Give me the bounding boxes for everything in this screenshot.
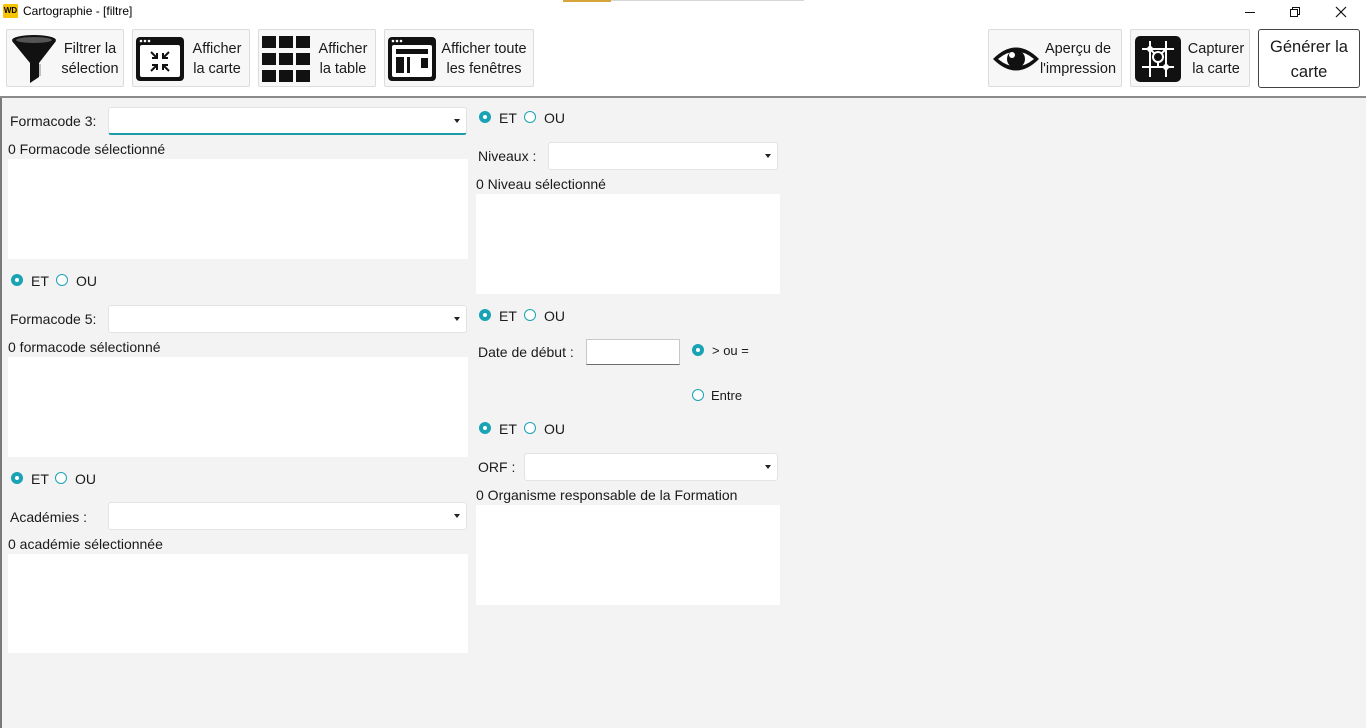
minimize-button[interactable] xyxy=(1227,0,1273,23)
toolbar-separator xyxy=(0,96,1366,98)
orf-et-radio[interactable] xyxy=(479,422,491,434)
filter-selection-line2: sélection xyxy=(61,61,119,77)
niveaux-ou-label: OU xyxy=(544,110,565,126)
formacode5-ou-label: OU xyxy=(75,471,96,487)
print-preview-button[interactable]: Aperçu de l'impression xyxy=(988,29,1122,87)
show-map-line2: la carte xyxy=(193,61,241,77)
formacode3-select[interactable] xyxy=(108,107,467,135)
date-et-radio[interactable] xyxy=(479,309,491,321)
show-map-button[interactable]: Afficher la carte xyxy=(132,29,250,87)
date-between-radio[interactable] xyxy=(692,389,704,401)
collapse-window-icon xyxy=(136,37,184,81)
formacode3-list[interactable] xyxy=(8,159,468,259)
formacode5-label: Formacode 5: xyxy=(10,311,97,327)
orf-count: 0 Organisme responsable de la Formation xyxy=(476,487,738,503)
generate-map-button[interactable]: Générer la carte xyxy=(1258,29,1360,88)
filter-selection-button[interactable]: Filtrer la sélection xyxy=(6,29,124,87)
orf-select[interactable] xyxy=(524,453,778,481)
academies-select[interactable] xyxy=(108,502,467,530)
capture-map-line2: la carte xyxy=(1192,61,1240,77)
chevron-down-icon xyxy=(454,317,460,321)
chevron-down-icon xyxy=(765,465,771,469)
date-gte-radio[interactable] xyxy=(692,344,704,356)
map-capture-icon xyxy=(1135,36,1181,82)
print-preview-line1: Aperçu de xyxy=(1044,41,1112,57)
date-gte-label: > ou = xyxy=(712,343,749,358)
niveaux-et-radio[interactable] xyxy=(479,111,491,123)
chevron-down-icon xyxy=(454,514,460,518)
niveaux-list[interactable] xyxy=(476,194,780,294)
minimize-icon xyxy=(1245,11,1255,13)
grid-icon xyxy=(262,36,310,82)
academies-list[interactable] xyxy=(8,554,468,653)
formacode3-ou-radio[interactable] xyxy=(56,274,68,286)
orf-ou-radio[interactable] xyxy=(524,422,536,434)
formacode3-label: Formacode 3: xyxy=(10,113,97,129)
date-ou-radio[interactable] xyxy=(524,309,536,321)
date-et-label: ET xyxy=(499,308,517,324)
filter-selection-line1: Filtrer la xyxy=(63,41,117,57)
funnel-icon xyxy=(12,35,56,83)
restore-button[interactable] xyxy=(1272,0,1318,23)
formacode3-et-label: ET xyxy=(31,273,49,289)
niveaux-ou-radio[interactable] xyxy=(524,111,536,123)
title-accent-line xyxy=(611,0,804,1)
formacode3-count: 0 Formacode sélectionné xyxy=(8,141,166,157)
formacode3-ou-label: OU xyxy=(76,273,97,289)
show-all-windows-line2: les fenêtres xyxy=(446,61,522,77)
orf-label: ORF : xyxy=(478,459,516,475)
app-logo-icon: WD xyxy=(3,4,18,18)
eye-icon xyxy=(993,47,1039,71)
niveaux-select[interactable] xyxy=(548,142,778,170)
academies-label: Académies : xyxy=(10,509,88,525)
show-all-windows-line1: Afficher toute xyxy=(441,41,527,57)
generate-map-line2: carte xyxy=(1290,63,1328,81)
show-all-windows-button[interactable]: Afficher toute les fenêtres xyxy=(384,29,534,87)
show-table-line1: Afficher xyxy=(318,41,368,57)
academies-count: 0 académie sélectionnée xyxy=(8,536,163,552)
generate-map-line1: Générer la xyxy=(1270,38,1348,56)
print-preview-line2: l'impression xyxy=(1039,61,1117,77)
title-accent xyxy=(563,0,611,2)
show-table-line2: la table xyxy=(319,61,367,77)
formacode5-list[interactable] xyxy=(8,357,468,457)
formacode3-et-radio[interactable] xyxy=(11,274,23,286)
close-button[interactable] xyxy=(1318,0,1364,23)
niveaux-label: Niveaux : xyxy=(478,148,537,164)
window-frame-left xyxy=(0,98,2,728)
window-title: Cartographie - [filtre] xyxy=(23,4,133,18)
niveaux-count: 0 Niveau sélectionné xyxy=(476,176,606,192)
orf-ou-label: OU xyxy=(544,421,565,437)
restore-icon xyxy=(1290,6,1300,17)
orf-list[interactable] xyxy=(476,505,780,605)
formacode5-ou-radio[interactable] xyxy=(55,472,67,484)
capture-map-line1: Capturer xyxy=(1187,41,1245,57)
date-between-label: Entre xyxy=(711,388,743,403)
date-input[interactable] xyxy=(586,339,680,365)
formacode5-select[interactable] xyxy=(108,305,467,333)
chevron-down-icon xyxy=(454,118,460,123)
show-table-button[interactable]: Afficher la table xyxy=(258,29,376,87)
orf-et-label: ET xyxy=(499,421,517,437)
niveaux-et-label: ET xyxy=(499,110,517,126)
capture-map-button[interactable]: Capturer la carte xyxy=(1130,29,1250,87)
title-bar xyxy=(0,0,1366,23)
formacode5-et-radio[interactable] xyxy=(11,472,23,484)
formacode5-count: 0 formacode sélectionné xyxy=(8,339,161,355)
formacode5-et-label: ET xyxy=(31,471,49,487)
show-map-line1: Afficher xyxy=(192,41,242,57)
date-label: Date de début : xyxy=(478,344,574,360)
windows-layout-icon xyxy=(388,37,436,81)
chevron-down-icon xyxy=(765,154,771,158)
close-icon xyxy=(1335,6,1347,17)
date-ou-label: OU xyxy=(544,308,565,324)
